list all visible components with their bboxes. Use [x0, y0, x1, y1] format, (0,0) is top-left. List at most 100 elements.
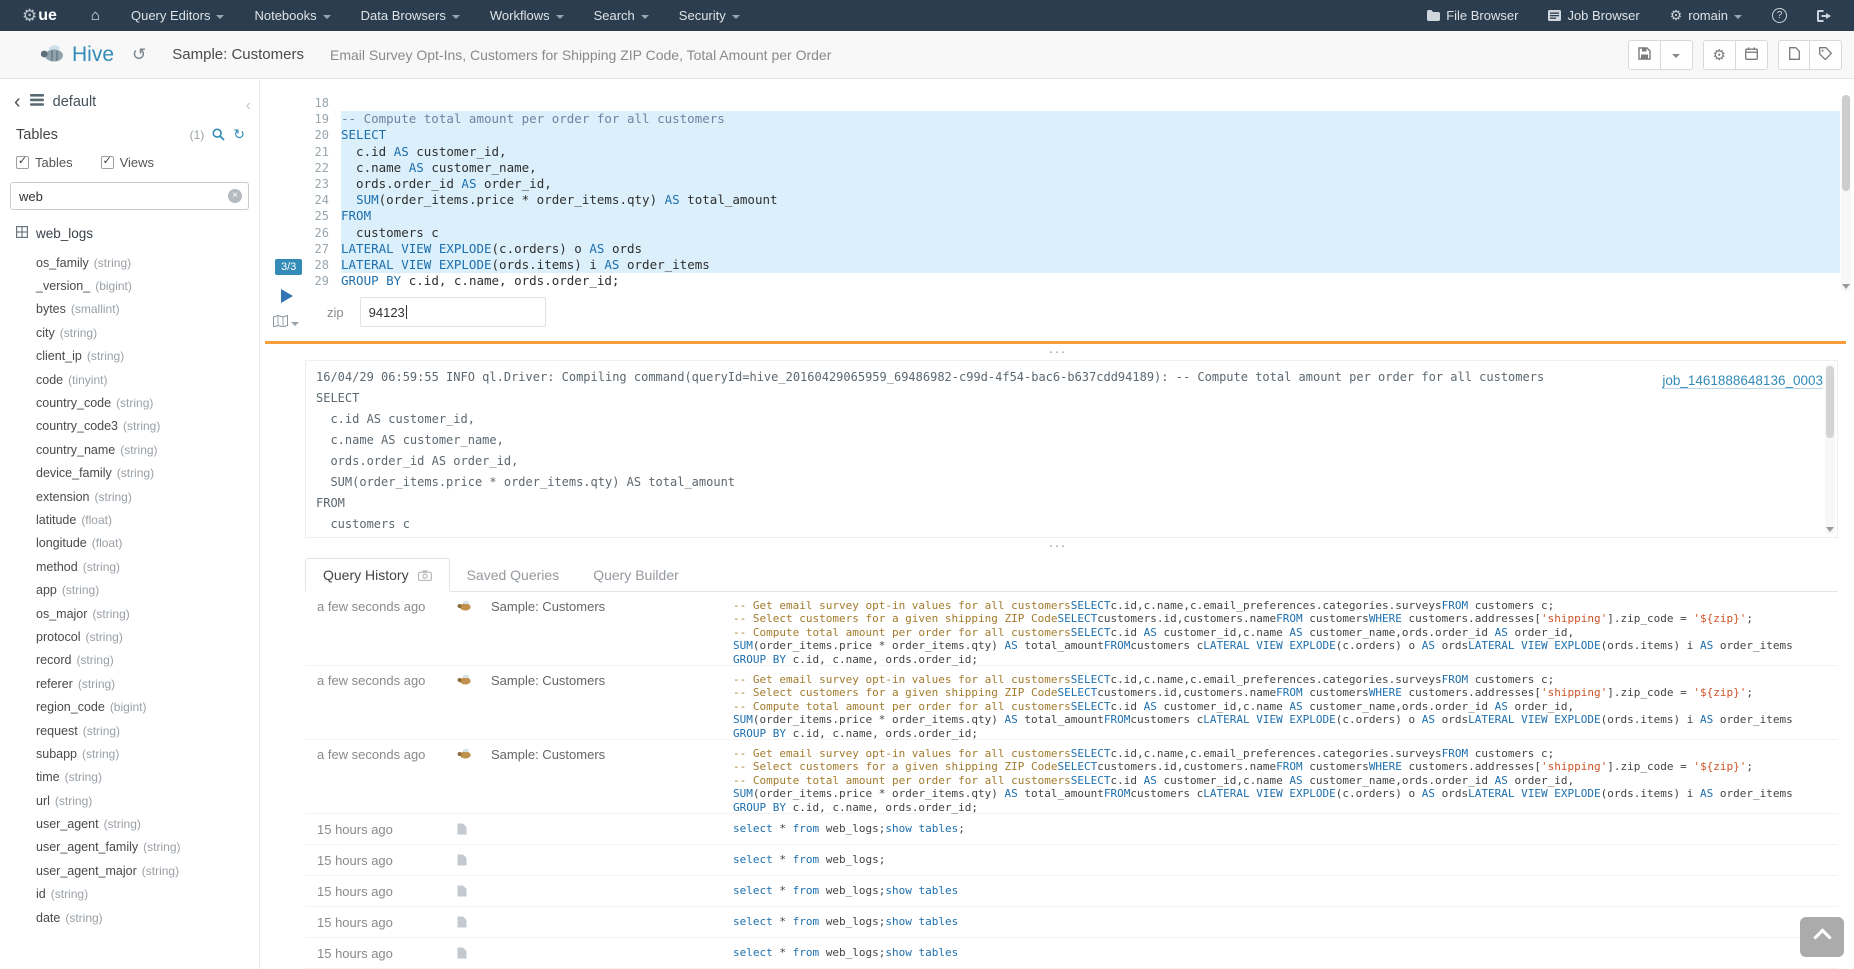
- line-code[interactable]: c.name AS customer_name,: [341, 160, 1840, 176]
- nav-menu-notebooks[interactable]: Notebooks: [239, 0, 345, 31]
- tags-button[interactable]: [1810, 40, 1842, 70]
- database-selector[interactable]: ‹ default ‹: [0, 79, 259, 116]
- nav-menu-query-editors[interactable]: Query Editors: [116, 0, 239, 31]
- help-button[interactable]: ?: [1757, 0, 1802, 31]
- query-history-button[interactable]: ↺: [132, 45, 146, 65]
- tab-query-builder[interactable]: Query Builder: [576, 559, 696, 591]
- clear-search-icon[interactable]: ×: [228, 189, 242, 203]
- save-dropdown-button[interactable]: [1661, 40, 1693, 70]
- column-item[interactable]: method(string): [0, 555, 259, 578]
- refresh-icon[interactable]: ↻: [233, 126, 245, 143]
- column-item[interactable]: record(string): [0, 649, 259, 672]
- column-item[interactable]: longitude(float): [0, 532, 259, 555]
- resize-handle-top[interactable]: ···: [261, 347, 1854, 359]
- column-item[interactable]: time(string): [0, 766, 259, 789]
- variable-input[interactable]: 94123: [360, 297, 546, 327]
- line-code[interactable]: [341, 95, 1840, 111]
- scrollbar-thumb[interactable]: [1842, 95, 1850, 191]
- column-item[interactable]: protocol(string): [0, 625, 259, 648]
- filter-tables-checkbox[interactable]: Tables: [16, 155, 73, 170]
- home-button[interactable]: ⌂: [75, 0, 116, 31]
- line-code[interactable]: c.id AS customer_id,: [341, 144, 1840, 160]
- nav-menu-data-browsers[interactable]: Data Browsers: [346, 0, 475, 31]
- line-code[interactable]: FROM: [341, 208, 1840, 224]
- history-row[interactable]: 15 hours agoselect * from web_logs;show …: [305, 907, 1838, 938]
- column-item[interactable]: latitude(float): [0, 508, 259, 531]
- save-button[interactable]: [1628, 40, 1661, 70]
- job-browser-button[interactable]: Job Browser: [1533, 0, 1654, 31]
- column-item[interactable]: extension(string): [0, 485, 259, 508]
- column-item[interactable]: referer(string): [0, 672, 259, 695]
- query-title[interactable]: Sample: Customers: [172, 46, 304, 63]
- hive-app[interactable]: Hive: [0, 43, 114, 67]
- line-code[interactable]: LATERAL VIEW EXPLODE(c.orders) o AS ords: [341, 241, 1840, 257]
- column-item[interactable]: url(string): [0, 789, 259, 812]
- column-item[interactable]: country_code(string): [0, 391, 259, 414]
- column-item[interactable]: id(string): [0, 883, 259, 906]
- column-item[interactable]: country_code3(string): [0, 415, 259, 438]
- user-menu[interactable]: ⚙ romain: [1655, 0, 1757, 31]
- line-code[interactable]: -- Compute total amount per order for al…: [341, 111, 1840, 127]
- log-scrollbar[interactable]: [1825, 364, 1835, 534]
- tab-query-history[interactable]: Query History: [305, 558, 450, 592]
- sidebar-collapse-icon[interactable]: ‹: [246, 97, 251, 115]
- column-item[interactable]: _version_(bigint): [0, 274, 259, 297]
- column-item[interactable]: request(string): [0, 719, 259, 742]
- query-description[interactable]: Email Survey Opt-Ins, Customers for Ship…: [330, 47, 831, 63]
- column-item[interactable]: os_family(string): [0, 251, 259, 274]
- scrollbar-thumb[interactable]: [1826, 366, 1834, 438]
- hue-logo[interactable]: ⚙ue: [0, 0, 75, 31]
- editor-scrollbar[interactable]: [1841, 95, 1851, 291]
- column-item[interactable]: os_major(string): [0, 602, 259, 625]
- nav-menu-security[interactable]: Security: [664, 0, 755, 31]
- history-row[interactable]: a few seconds agoSample: Customers-- Get…: [305, 740, 1838, 814]
- execute-button[interactable]: [281, 289, 293, 303]
- column-item[interactable]: client_ip(string): [0, 345, 259, 368]
- column-item[interactable]: user_agent_major(string): [0, 859, 259, 882]
- query-navigator-button[interactable]: [273, 315, 299, 330]
- history-row[interactable]: a few seconds agoSample: Customers-- Get…: [305, 666, 1838, 740]
- nav-menu-search[interactable]: Search: [579, 0, 664, 31]
- column-item[interactable]: code(tinyint): [0, 368, 259, 391]
- schedule-button[interactable]: [1736, 40, 1768, 70]
- back-icon[interactable]: ‹: [14, 95, 21, 109]
- column-item[interactable]: region_code(bigint): [0, 695, 259, 718]
- column-item[interactable]: date(string): [0, 906, 259, 929]
- table-search-input[interactable]: [10, 182, 249, 210]
- line-code[interactable]: SUM(order_items.price * order_items.qty)…: [341, 192, 1840, 208]
- scroll-down-icon[interactable]: [1826, 527, 1834, 532]
- tab-saved-queries[interactable]: Saved Queries: [450, 559, 577, 591]
- scroll-down-icon[interactable]: [1842, 284, 1850, 289]
- new-document-button[interactable]: [1778, 40, 1810, 70]
- table-item-web-logs[interactable]: web_logs: [0, 214, 259, 247]
- filter-views-checkbox[interactable]: Views: [101, 155, 154, 170]
- resize-handle-bottom[interactable]: ···: [261, 541, 1854, 553]
- column-item[interactable]: country_name(string): [0, 438, 259, 461]
- column-item[interactable]: device_family(string): [0, 462, 259, 485]
- column-item[interactable]: user_agent(string): [0, 812, 259, 835]
- sql-token: FROM: [1442, 673, 1469, 686]
- column-item[interactable]: subapp(string): [0, 742, 259, 765]
- settings-button[interactable]: ⚙: [1703, 40, 1736, 70]
- line-code[interactable]: GROUP BY c.id, c.name, ords.order_id;: [341, 273, 1840, 289]
- code-editor[interactable]: 1819-- Compute total amount per order fo…: [305, 95, 1840, 289]
- history-row[interactable]: 15 hours agoselect * from web_logs;show …: [305, 876, 1838, 907]
- scroll-to-top-button[interactable]: [1800, 917, 1844, 957]
- search-icon[interactable]: [212, 128, 225, 141]
- history-row[interactable]: 15 hours agoselect * from web_logs;show …: [305, 938, 1838, 969]
- history-row[interactable]: 15 hours agoselect * from web_logs;: [305, 845, 1838, 876]
- column-item[interactable]: app(string): [0, 578, 259, 601]
- line-code[interactable]: customers c: [341, 225, 1840, 241]
- file-browser-button[interactable]: File Browser: [1412, 0, 1533, 31]
- line-code[interactable]: ords.order_id AS order_id,: [341, 176, 1840, 192]
- line-code[interactable]: LATERAL VIEW EXPLODE(ords.items) i AS or…: [341, 257, 1840, 273]
- column-item[interactable]: bytes(smallint): [0, 298, 259, 321]
- logout-button[interactable]: [1802, 0, 1846, 31]
- nav-menu-workflows[interactable]: Workflows: [475, 0, 579, 31]
- line-code[interactable]: SELECT: [341, 127, 1840, 143]
- column-item[interactable]: user_agent_family(string): [0, 836, 259, 859]
- column-item[interactable]: city(string): [0, 321, 259, 344]
- history-row[interactable]: 15 hours agoselect * from web_logs;show …: [305, 814, 1838, 845]
- history-row[interactable]: a few seconds agoSample: Customers-- Get…: [305, 592, 1838, 666]
- job-link[interactable]: job_1461888648136_0003: [1662, 373, 1823, 389]
